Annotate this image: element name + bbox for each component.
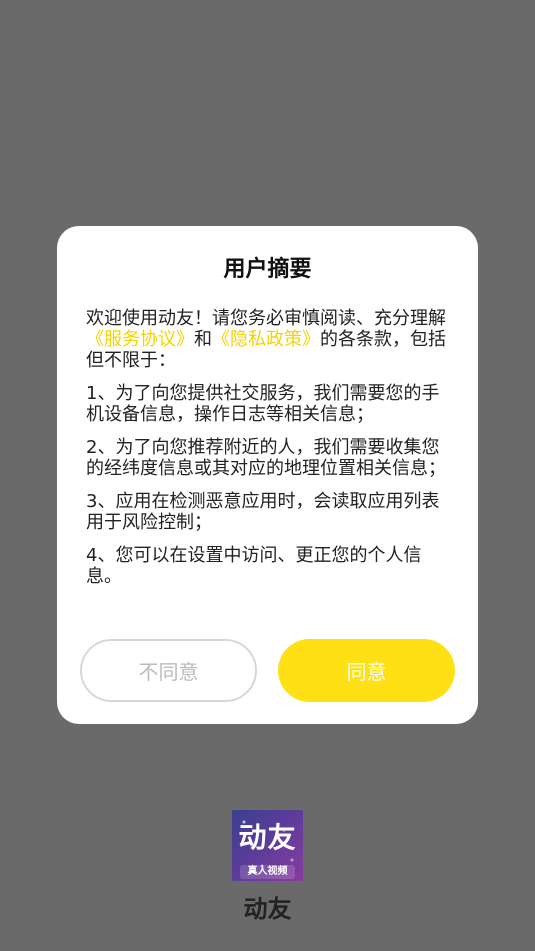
dialog-body: 欢迎使用动友！请您务必审慎阅读、充分理解《服务协议》和《隐私政策》的各条款，包括… bbox=[86, 308, 450, 599]
intro-prefix: 欢迎使用动友！请您务必审慎阅读、充分理解 bbox=[86, 308, 446, 329]
logo-text: 动友 bbox=[238, 821, 297, 854]
disagree-button[interactable]: 不同意 bbox=[80, 639, 257, 702]
agree-button[interactable]: 同意 bbox=[278, 639, 455, 702]
app-screen: 用户摘要 欢迎使用动友！请您务必审慎阅读、充分理解《服务协议》和《隐私政策》的各… bbox=[0, 0, 535, 951]
intro-mid: 和 bbox=[194, 329, 212, 350]
service-agreement-link[interactable]: 《服务协议》 bbox=[86, 329, 194, 350]
list-item: 4、您可以在设置中访问、更正您的个人信息。 bbox=[86, 545, 422, 587]
list-item: 2、为了向您推荐附近的人，我们需要收集您的经纬度信息或其对应的地理位置相关信息； bbox=[86, 437, 446, 479]
app-logo: 动友 真人视频 bbox=[232, 810, 303, 881]
user-summary-dialog: 用户摘要 欢迎使用动友！请您务必审慎阅读、充分理解《服务协议》和《隐私政策》的各… bbox=[57, 226, 478, 724]
privacy-policy-link[interactable]: 《隐私政策》 bbox=[212, 329, 320, 350]
list-item: 1、为了向您提供社交服务，我们需要您的手机设备信息，操作日志等相关信息； bbox=[86, 383, 440, 425]
list-item: 3、应用在检测恶意应用时，会读取应用列表用于风险控制； bbox=[86, 491, 440, 533]
intro-paragraph: 欢迎使用动友！请您务必审慎阅读、充分理解《服务协议》和《隐私政策》的各条款，包括… bbox=[86, 308, 450, 371]
dialog-title: 用户摘要 bbox=[223, 257, 312, 282]
logo-subtitle: 真人视频 bbox=[240, 865, 295, 879]
app-name: 动友 bbox=[243, 895, 292, 923]
